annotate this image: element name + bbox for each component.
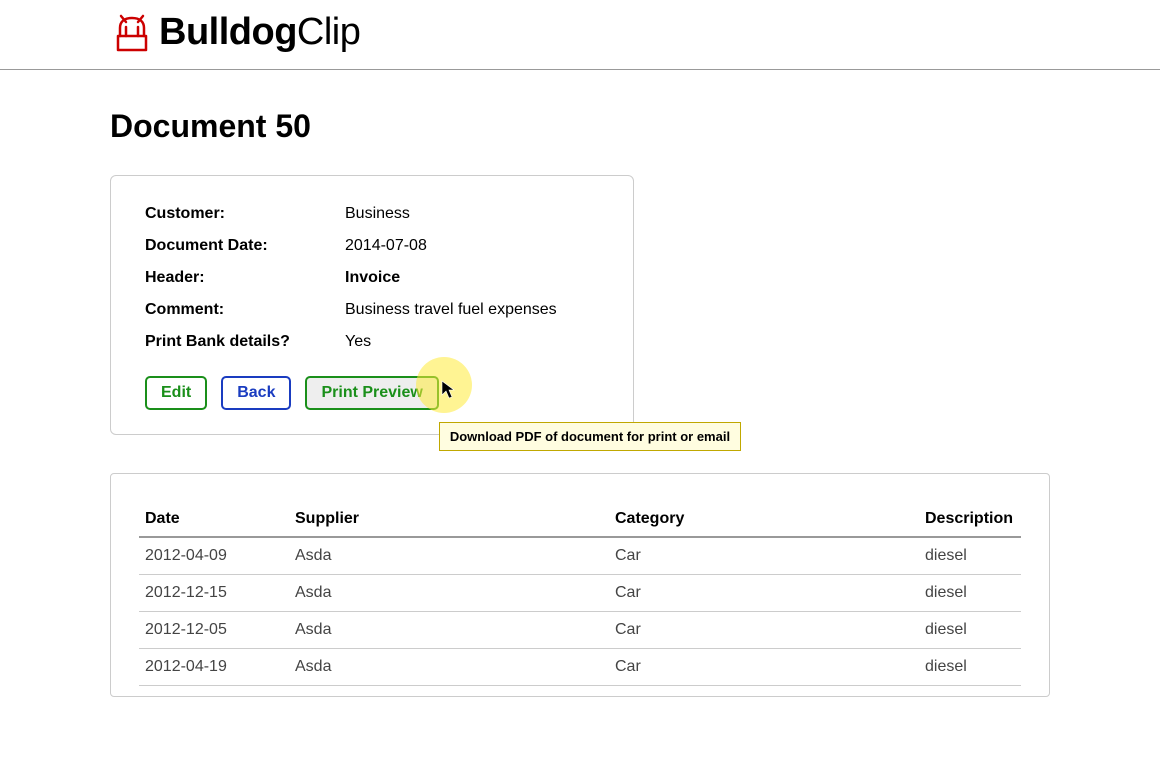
cell-category: Car (609, 612, 919, 649)
cell-description: diesel (919, 537, 1021, 575)
document-details-card: Customer: Business Document Date: 2014-0… (110, 175, 634, 435)
app-header: BulldogClip (0, 0, 1160, 70)
cell-description: diesel (919, 649, 1021, 686)
customer-label: Customer: (145, 198, 345, 230)
col-supplier-header: Supplier (289, 502, 609, 537)
document-date-value: 2014-07-08 (345, 230, 599, 262)
edit-button[interactable]: Edit (145, 376, 207, 410)
comment-value: Business travel fuel expenses (345, 294, 599, 326)
cell-date: 2012-04-19 (139, 649, 289, 686)
col-category-header: Category (609, 502, 919, 537)
line-items-panel: Date Supplier Category Description 2012-… (110, 473, 1050, 697)
cursor-icon (441, 380, 457, 405)
table-row[interactable]: 2012-12-05 Asda Car diesel (139, 612, 1021, 649)
customer-value: Business (345, 198, 599, 230)
cell-category: Car (609, 649, 919, 686)
table-row[interactable]: 2012-04-09 Asda Car diesel (139, 537, 1021, 575)
logo[interactable]: BulldogClip (110, 10, 1160, 54)
cell-supplier: Asda (289, 649, 609, 686)
cell-description: diesel (919, 612, 1021, 649)
cell-category: Car (609, 537, 919, 575)
cell-supplier: Asda (289, 612, 609, 649)
comment-label: Comment: (145, 294, 345, 326)
logo-text: BulldogClip (159, 11, 360, 54)
cell-supplier: Asda (289, 575, 609, 612)
col-date-header: Date (139, 502, 289, 537)
table-row[interactable]: 2012-04-19 Asda Car diesel (139, 649, 1021, 686)
table-header-row: Date Supplier Category Description (139, 502, 1021, 537)
table-row[interactable]: 2012-12-15 Asda Car diesel (139, 575, 1021, 612)
print-preview-button[interactable]: Print Preview (305, 376, 438, 410)
cell-date: 2012-04-09 (139, 537, 289, 575)
bank-details-value: Yes (345, 326, 599, 358)
cell-date: 2012-12-15 (139, 575, 289, 612)
page-title: Document 50 (110, 108, 1050, 145)
cell-category: Car (609, 575, 919, 612)
document-date-label: Document Date: (145, 230, 345, 262)
cell-description: diesel (919, 575, 1021, 612)
print-preview-tooltip: Download PDF of document for print or em… (439, 422, 741, 451)
bank-details-label: Print Bank details? (145, 326, 345, 358)
bulldog-clip-icon (110, 10, 154, 54)
col-description-header: Description (919, 502, 1021, 537)
header-label: Header: (145, 262, 345, 294)
back-button[interactable]: Back (221, 376, 291, 410)
cell-date: 2012-12-05 (139, 612, 289, 649)
header-value: Invoice (345, 262, 599, 294)
cell-supplier: Asda (289, 537, 609, 575)
